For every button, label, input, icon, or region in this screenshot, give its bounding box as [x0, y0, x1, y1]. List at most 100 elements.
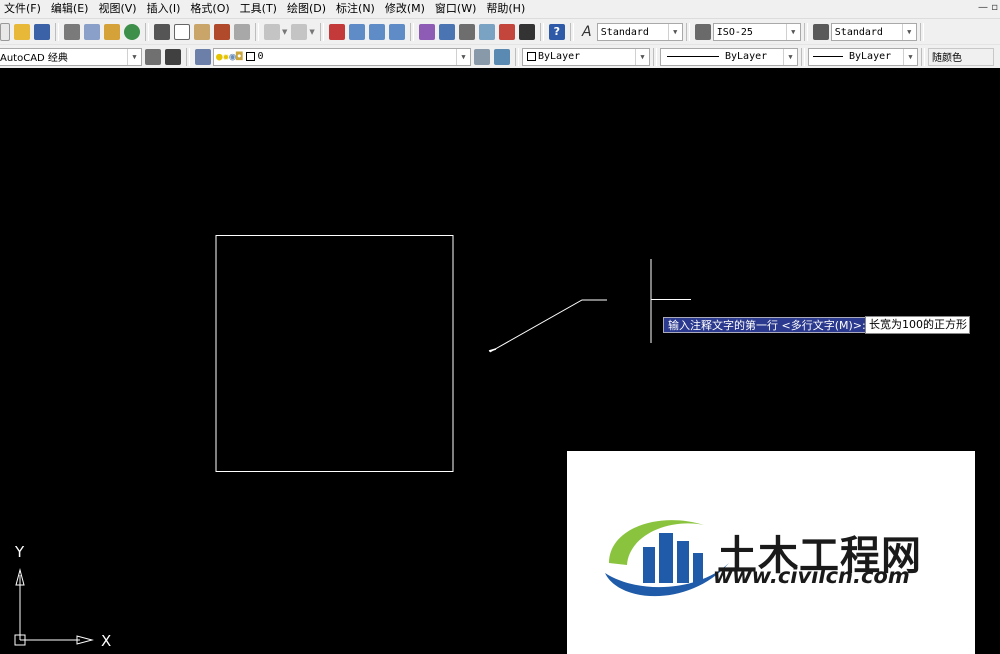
toolbar-separator	[919, 23, 924, 41]
lineweight-select[interactable]: ByLayer ▼	[808, 47, 918, 66]
layer-on-icon: ●	[216, 50, 223, 63]
square-entity[interactable]	[215, 235, 454, 472]
ucs-y-label: Y	[15, 543, 25, 561]
menu-draw[interactable]: 绘图(D)	[282, 0, 331, 18]
chevron-down-icon: ▼	[785, 24, 800, 40]
menu-help[interactable]: 帮助(H)	[481, 0, 530, 18]
toolbar-separator	[653, 47, 657, 66]
leader-line[interactable]	[489, 299, 607, 353]
chevron-down-icon: ▼	[127, 48, 141, 65]
toolbar-separator	[569, 23, 574, 41]
chevron-down-icon: ▼	[456, 48, 470, 65]
chevron-down-icon: ▼	[635, 48, 649, 65]
ucs-x-label: X	[101, 632, 112, 650]
redo-icon[interactable]	[291, 24, 308, 40]
workspace-settings-icon[interactable]	[145, 48, 161, 65]
ucs-icon	[14, 568, 94, 646]
publish-icon[interactable]	[104, 24, 120, 40]
menu-view[interactable]: 视图(V)	[93, 0, 141, 18]
toolbar-separator	[409, 23, 414, 41]
watermark-url: www.civilcn.com	[713, 564, 910, 588]
undo-dropdown-icon[interactable]: ▼	[282, 28, 287, 36]
toolbar-separator	[803, 23, 808, 41]
dim-style-select[interactable]: ISO-25 ▼	[712, 23, 801, 41]
toolbar-separator	[921, 47, 925, 66]
layer-select[interactable]: ● ✹ ◉ ◘ 0 ▼	[213, 47, 471, 66]
open-file-icon[interactable]	[14, 24, 30, 40]
menu-modify[interactable]: 修改(M)	[380, 0, 430, 18]
window-restore-icon[interactable]: — ▫	[978, 2, 998, 13]
toolbar-separator	[515, 47, 519, 66]
standard-toolbar: ▼ ▼ ? A Standard ▼ ISO-25 ▼ Standard ▼	[0, 18, 1000, 45]
tool-palettes-icon[interactable]	[458, 24, 475, 40]
zoom-realtime-icon[interactable]	[348, 24, 365, 40]
toolbar-separator	[801, 47, 805, 66]
toolbar-separator	[539, 23, 544, 41]
calculator-icon[interactable]	[518, 24, 535, 40]
markup-icon[interactable]	[498, 24, 515, 40]
pan-icon[interactable]	[328, 24, 345, 40]
undo-icon[interactable]	[264, 24, 280, 40]
toolbar-separator	[145, 23, 149, 41]
menu-window[interactable]: 窗口(W)	[430, 0, 481, 18]
table-style-select[interactable]: Standard ▼	[830, 23, 917, 41]
dim-style-icon[interactable]	[694, 24, 711, 40]
workspace-select[interactable]: AutoCAD 经典 ▼	[0, 47, 142, 66]
watermark-panel: 土木工程网 www.civilcn.com	[567, 451, 975, 654]
layer-thaw-icon: ✹	[222, 50, 230, 63]
cut-icon[interactable]	[154, 24, 170, 40]
sheet-set-icon[interactable]	[478, 24, 495, 40]
text-style-select[interactable]: Standard ▼	[596, 23, 683, 41]
plot-preview-icon[interactable]	[84, 24, 100, 40]
lineweight-preview	[813, 56, 843, 57]
match-properties-icon[interactable]	[214, 24, 230, 40]
save-workspace-icon[interactable]	[165, 48, 181, 65]
dynamic-input-field[interactable]: 长宽为100的正方形	[865, 316, 970, 334]
toolbar-separator	[55, 23, 59, 41]
chevron-down-icon: ▼	[901, 24, 916, 40]
color-swatch	[527, 52, 536, 61]
paste-icon[interactable]	[194, 24, 210, 40]
redo-dropdown-icon[interactable]: ▼	[309, 28, 314, 36]
menu-bar: 文件(F) 编辑(E) 视图(V) 插入(I) 格式(O) 工具(T) 绘图(D…	[0, 0, 1000, 18]
toolbar-separator	[186, 47, 190, 66]
color-select[interactable]: ByLayer ▼	[522, 47, 650, 66]
layer-unlock-icon: ◘	[235, 50, 243, 63]
make-current-layer-icon[interactable]	[474, 48, 490, 65]
layer-previous-icon[interactable]	[494, 48, 510, 65]
chevron-down-icon: ▼	[783, 48, 797, 65]
command-prompt-tooltip: 输入注释文字的第一行 <多行文字(M)>:	[663, 317, 871, 333]
chevron-down-icon: ▼	[903, 48, 917, 65]
plotstyle-select[interactable]: 随颜色	[928, 47, 994, 66]
menu-edit[interactable]: 编辑(E)	[46, 0, 94, 18]
menu-format[interactable]: 格式(O)	[185, 0, 234, 18]
toolbar-separator	[255, 23, 259, 41]
menu-tools[interactable]: 工具(T)	[235, 0, 282, 18]
toolbar-separator	[319, 23, 324, 41]
leader-arrowhead	[488, 348, 497, 352]
web-publish-icon[interactable]	[124, 24, 140, 40]
layer-viewport-icon: ◉	[229, 50, 236, 63]
save-icon[interactable]	[34, 24, 50, 40]
new-file-icon[interactable]	[0, 23, 10, 41]
layer-manager-icon[interactable]	[195, 48, 211, 65]
zoom-previous-icon[interactable]	[388, 24, 405, 40]
menu-insert[interactable]: 插入(I)	[142, 0, 186, 18]
copy-icon[interactable]	[174, 24, 190, 40]
print-icon[interactable]	[64, 24, 80, 40]
linetype-preview	[667, 56, 719, 57]
table-style-icon[interactable]	[812, 24, 829, 40]
layers-properties-toolbar: AutoCAD 经典 ▼ ● ✹ ◉ ◘ 0 ▼ ByLayer ▼ ByLay…	[0, 44, 1000, 69]
linetype-select[interactable]: ByLayer ▼	[660, 47, 798, 66]
menu-dimension[interactable]: 标注(N)	[331, 0, 380, 18]
menu-file[interactable]: 文件(F)	[0, 0, 46, 18]
zoom-window-icon[interactable]	[368, 24, 385, 40]
text-style-icon[interactable]: A	[579, 24, 595, 40]
help-icon[interactable]: ?	[548, 24, 565, 40]
toolbar-separator	[685, 23, 690, 41]
chevron-down-icon: ▼	[667, 24, 682, 40]
layer-color-swatch	[245, 52, 255, 61]
block-editor-icon[interactable]	[234, 24, 250, 40]
design-center-icon[interactable]	[438, 24, 455, 40]
properties-icon[interactable]	[418, 24, 435, 40]
